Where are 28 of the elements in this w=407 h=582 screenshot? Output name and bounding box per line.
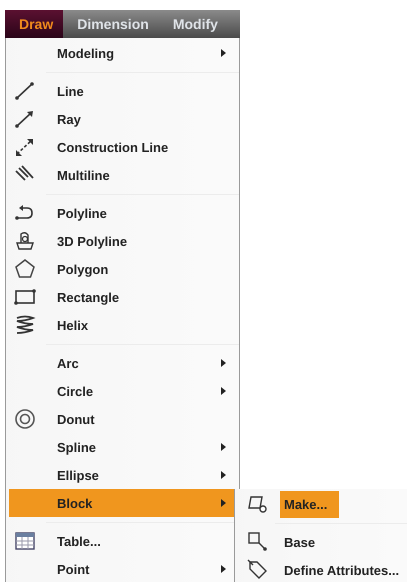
donut-icon [13, 407, 37, 431]
menu-item[interactable]: Block [9, 489, 236, 517]
menu-item[interactable]: Line [9, 77, 236, 105]
menu-item[interactable]: Ray [9, 105, 236, 133]
menu-item[interactable]: Point [9, 555, 236, 582]
menu-item[interactable]: Table... [9, 527, 236, 555]
menu-item[interactable]: Construction Line [9, 133, 236, 161]
line-icon [13, 79, 37, 103]
menu-tab[interactable]: Draw [5, 10, 64, 38]
menu-item[interactable]: Polygon [9, 255, 236, 283]
menu-item[interactable]: Modeling [9, 39, 236, 67]
menu-item[interactable]: Base [238, 528, 407, 556]
menu-item[interactable]: Ellipse [9, 461, 236, 489]
menu-item[interactable]: 3D Polyline [9, 227, 236, 255]
base-point-icon [246, 530, 270, 554]
menu-item[interactable]: Polyline [9, 199, 236, 227]
menu-item[interactable]: Helix [9, 311, 236, 339]
menu-item[interactable]: Define Attributes... [238, 556, 407, 582]
pentagon-icon [13, 257, 37, 281]
menu-item[interactable]: Rectangle [9, 283, 236, 311]
menu-item[interactable]: Donut [9, 405, 236, 433]
menu-tab[interactable]: Dimension [63, 10, 159, 38]
menu-item[interactable]: Arc [9, 349, 236, 377]
menu-item[interactable]: Make... [238, 490, 407, 518]
menu-tab[interactable]: Modify [158, 10, 228, 38]
menu-item[interactable]: Circle [9, 377, 236, 405]
menu-item[interactable]: Multiline [9, 161, 236, 189]
menu-item[interactable]: Spline [9, 433, 236, 461]
